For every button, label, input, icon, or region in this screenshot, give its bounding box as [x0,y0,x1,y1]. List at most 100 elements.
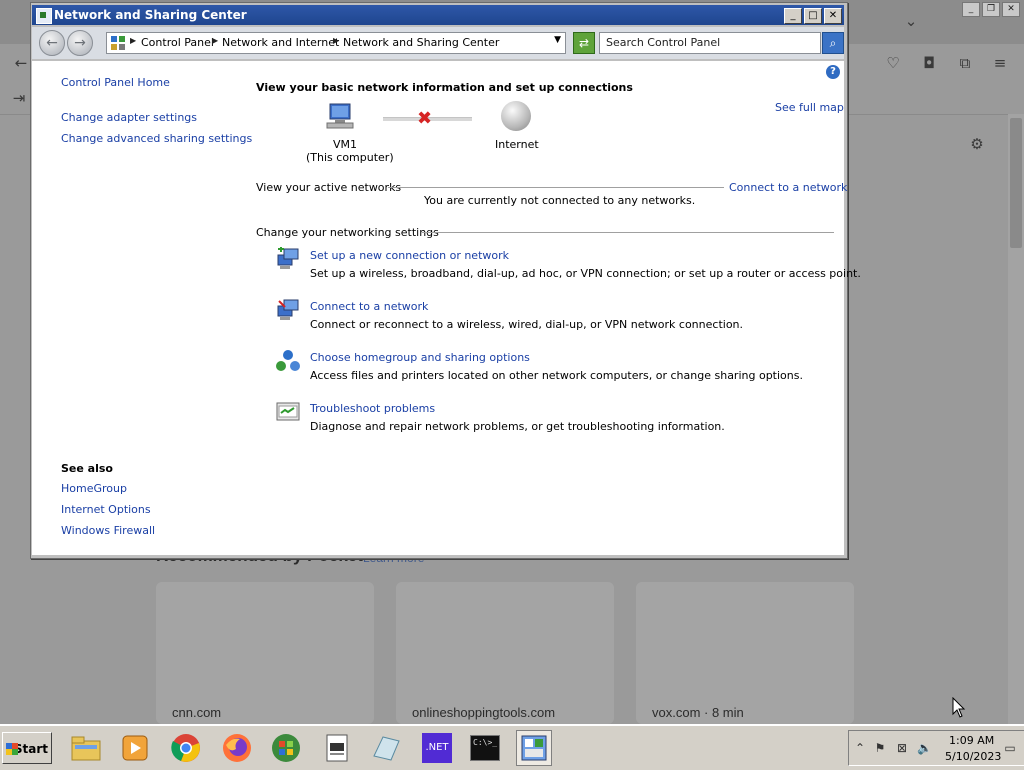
dotnet-label: .NET [422,733,452,763]
pocket-card-source: onlineshoppingtools.com [412,705,556,720]
volume-icon[interactable]: 🔈 [917,741,932,755]
clock-time[interactable]: 1:09 AM [949,734,994,747]
pocket-card[interactable]: vox.com · 8 min [636,582,854,724]
close-icon[interactable]: ✕ [1002,2,1020,17]
sign-in-icon[interactable]: ⇥ [10,89,28,107]
search-input[interactable]: Search Control Panel [599,32,821,54]
clock-date[interactable]: 5/10/2023 [945,750,1001,763]
page-heading: View your basic network information and … [256,81,633,94]
content-area: ? Control Panel Home Change adapter sett… [32,61,861,555]
pocket-card[interactable]: onlineshoppingtools.com [396,582,614,724]
chevron-down-icon[interactable]: ⌄ [902,12,920,30]
divider [388,187,724,188]
new-connection-icon [277,247,299,269]
dotnet-icon[interactable]: .NET [419,730,455,766]
action-center-flag-icon[interactable]: ⚑ [873,741,887,755]
window-title: Network and Sharing Center [54,8,247,22]
firefox-icon[interactable] [219,730,255,766]
computer-subtitle: (This computer) [306,151,394,164]
mouse-cursor-icon [952,697,966,718]
refresh-button[interactable]: ⇄ [573,32,595,54]
breadcrumb-network-sharing-center[interactable]: Network and Sharing Center [343,36,499,49]
start-label: Start [13,742,48,756]
homegroup-link[interactable]: HomeGroup [61,482,127,495]
control-panel-icon [36,8,52,24]
internet-options-link[interactable]: Internet Options [61,503,151,516]
pocket-icon[interactable]: ♡ [884,54,902,72]
gear-icon[interactable]: ⚙ [968,135,986,153]
maximize-button[interactable]: □ [804,8,822,24]
media-player-icon[interactable] [117,730,153,766]
show-desktop-icon[interactable]: ▭ [1003,741,1017,755]
minimize-icon[interactable]: _ [962,2,980,17]
browser-scrollbar-thumb[interactable] [1010,118,1022,248]
command-prompt-icon[interactable]: C:\>_ [467,730,503,766]
windows-firewall-link[interactable]: Windows Firewall [61,524,155,537]
crumb-arrow-icon[interactable]: ▶ [130,36,136,45]
change-advanced-sharing-link[interactable]: Change advanced sharing settings [61,132,252,145]
change-adapter-settings-link[interactable]: Change adapter settings [61,111,197,124]
network-sharing-window: Network and Sharing Center _ □ ✕ ← → ▶ C… [30,2,861,559]
task-setup-connection-link[interactable]: Set up a new connection or network [310,249,509,262]
title-bar[interactable]: Network and Sharing Center _ □ ✕ [32,5,844,25]
show-hidden-icons-icon[interactable]: ⌃ [853,741,867,755]
network-sharing-icon [521,735,547,761]
task-homegroup-link[interactable]: Choose homegroup and sharing options [310,351,530,364]
internet-label: Internet [495,138,539,151]
change-settings-label: Change your networking settings [256,226,439,239]
cmd-label: C:\>_ [470,735,500,761]
restore-icon[interactable]: ❐ [982,2,1000,17]
see-full-map-link[interactable]: See full map [775,101,844,114]
homegroup-icon [276,350,300,371]
crumb-arrow-icon[interactable]: ▶ [333,36,339,45]
system-tray: ⌃ ⚑ ⊠ 🔈 1:09 AM 5/10/2023 ▭ [848,730,1024,766]
task-connect-network-link[interactable]: Connect to a network [310,300,428,313]
windows-orb-icon[interactable] [268,730,304,766]
close-button[interactable]: ✕ [824,8,842,24]
start-button[interactable]: Start [2,732,52,764]
control-panel-icon [111,36,125,50]
menu-icon[interactable]: ≡ [991,54,1009,72]
minimize-button[interactable]: _ [784,8,802,24]
network-disconnected-icon[interactable]: ⊠ [895,741,909,755]
search-placeholder: Search Control Panel [606,36,721,49]
chevron-down-icon[interactable]: ▼ [554,35,561,45]
pocket-card-source: vox.com · 8 min [652,705,744,720]
breadcrumb-control-panel[interactable]: Control Panel [141,36,214,49]
connect-to-network-link[interactable]: Connect to a network [729,181,847,194]
active-networks-label: View your active networks [256,181,402,194]
task-description: Diagnose and repair network problems, or… [310,420,725,433]
notepad-icon[interactable] [319,730,355,766]
task-description: Access files and printers located on oth… [310,369,803,382]
task-description: Connect or reconnect to a wireless, wire… [310,318,744,331]
help-icon[interactable]: ? [826,65,840,79]
paint-icon[interactable] [368,730,404,766]
control-panel-home-link[interactable]: Control Panel Home [61,76,170,89]
ublock-icon[interactable]: ◘ [920,54,938,72]
computer-name: VM1 [333,138,358,151]
connect-network-icon [277,299,299,320]
address-bar[interactable]: ▶ Control Panel ▶ Network and Internet ▶… [106,32,566,54]
breadcrumb-network-internet[interactable]: Network and Internet [222,36,339,49]
divider [422,232,834,233]
computer-icon [326,103,354,129]
search-icon[interactable]: ⌕ [822,32,844,54]
pocket-card[interactable]: cnn.com [156,582,374,724]
forward-button[interactable]: → [67,30,93,56]
task-description: Set up a wireless, broadband, dial-up, a… [310,267,861,280]
navigation-bar: ← → ▶ Control Panel ▶ Network and Intern… [32,27,844,59]
control-panel-taskbar-button[interactable] [516,730,552,766]
back-arrow-icon[interactable]: ← [12,54,30,72]
crumb-arrow-icon[interactable]: ▶ [212,36,218,45]
windows-flag-icon [6,743,18,755]
back-button[interactable]: ← [39,30,65,56]
pocket-card-source: cnn.com [172,705,222,720]
disconnected-x-icon[interactable]: ✖ [417,108,432,129]
task-troubleshoot-link[interactable]: Troubleshoot problems [310,402,435,415]
extensions-icon[interactable]: ⧉ [956,54,974,72]
troubleshoot-icon [276,402,300,421]
browser-window-controls[interactable]: _ ❐ ✕ [962,2,1020,17]
file-explorer-icon[interactable] [68,730,104,766]
not-connected-message: You are currently not connected to any n… [424,194,696,207]
chrome-icon[interactable] [168,730,204,766]
